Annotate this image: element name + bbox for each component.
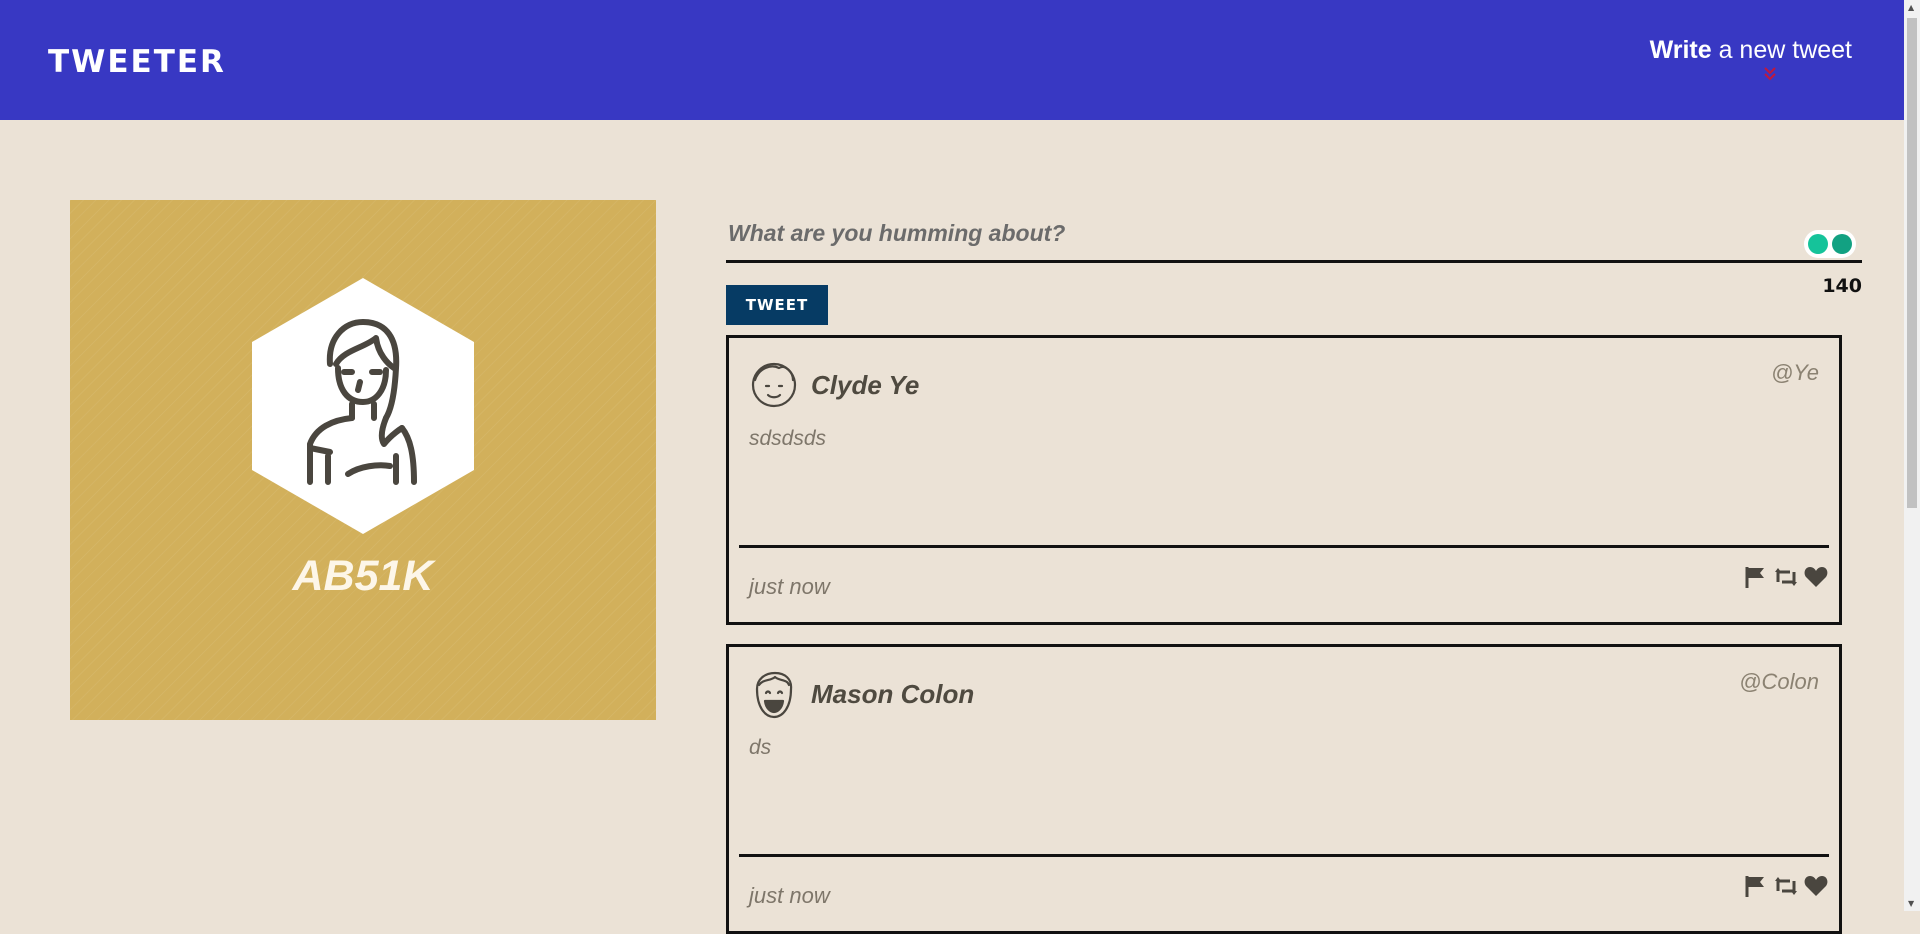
scroll-up-arrow[interactable]: ▲ (1908, 3, 1914, 12)
scrollbar-thumb[interactable] (1907, 18, 1917, 508)
tweet-card: Clyde Ye @Ye sdsdsds just now (726, 335, 1842, 625)
scroll-down-arrow[interactable]: ▼ (1908, 899, 1914, 908)
tweet-actions (1743, 564, 1829, 590)
tweet-timestamp: just now (749, 883, 830, 908)
tweet-author-name: Mason Colon (811, 679, 975, 709)
tweet-input[interactable] (726, 200, 1862, 263)
top-nav: TWEETER Write a new tweet (0, 0, 1904, 120)
profile-handle: AB51K (292, 552, 434, 600)
write-new-tweet-text: a new tweet (1711, 36, 1852, 64)
page-scrollbar[interactable]: ▲ ▼ (1904, 0, 1920, 911)
write-new-tweet-bold: Write (1649, 36, 1712, 64)
retweet-icon[interactable] (1773, 564, 1799, 590)
tweet-author-name: Clyde Ye (811, 370, 920, 400)
laughing-man-avatar-icon (755, 671, 793, 719)
grammarly-logo-icon[interactable] (1832, 234, 1852, 254)
tweet-divider (739, 545, 1829, 548)
tweet-card: Mason Colon @Colon ds just now (726, 644, 1842, 934)
tweet-actions (1743, 873, 1829, 899)
tweet-content: ds (749, 736, 772, 759)
brand-logo[interactable]: TWEETER (48, 44, 226, 80)
tweet-divider (739, 854, 1829, 857)
heart-icon[interactable] (1803, 873, 1829, 899)
grammarly-lightbulb-icon[interactable] (1808, 234, 1828, 254)
retweet-icon[interactable] (1773, 873, 1799, 899)
tweet-author-handle: @Colon (1739, 669, 1819, 694)
woman-avatar-icon (252, 278, 474, 534)
flag-icon[interactable] (1743, 564, 1769, 590)
flag-icon[interactable] (1743, 873, 1769, 899)
heart-icon[interactable] (1803, 564, 1829, 590)
tweet-timestamp: just now (749, 574, 830, 599)
double-chevron-down-icon[interactable] (1763, 66, 1777, 82)
tweet-author-handle: @Ye (1770, 360, 1819, 385)
character-counter: 140 (1822, 275, 1862, 297)
tweet-button[interactable]: TWEET (726, 285, 828, 325)
tweet-content: sdsdsds (749, 427, 827, 450)
write-new-tweet-link[interactable]: Write a new tweet (1650, 36, 1852, 65)
profile-card: AB51K (70, 200, 656, 720)
boy-avatar-icon (751, 362, 797, 408)
grammarly-widget[interactable] (1804, 230, 1856, 258)
